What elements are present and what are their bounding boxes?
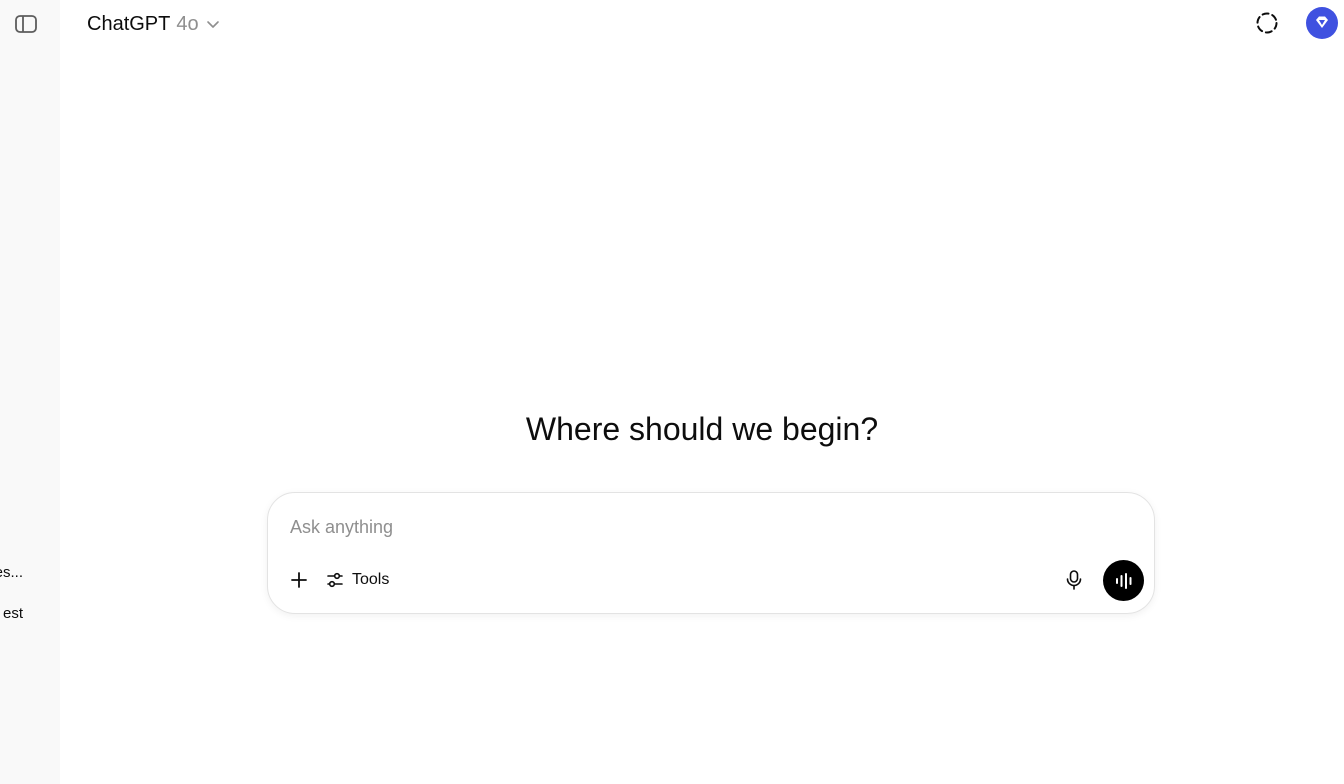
temporary-chat-button[interactable] bbox=[1250, 6, 1284, 40]
chevron-down-icon bbox=[206, 21, 219, 28]
model-name: ChatGPT bbox=[87, 12, 171, 35]
microphone-icon bbox=[1066, 570, 1082, 590]
diamond-icon bbox=[1316, 16, 1328, 28]
sidebar-toggle-icon bbox=[15, 15, 37, 33]
dictate-button[interactable] bbox=[1061, 567, 1087, 593]
header-actions bbox=[1250, 6, 1338, 40]
dashed-circle-icon bbox=[1256, 12, 1278, 34]
waveform-icon bbox=[1115, 572, 1131, 589]
tools-label: Tools bbox=[352, 571, 390, 588]
model-selector[interactable]: ChatGPT 4o bbox=[87, 11, 221, 37]
add-attachment-button[interactable] bbox=[286, 567, 312, 593]
page-title: Where should we begin? bbox=[525, 411, 879, 447]
sidebar-item-label[interactable]: est bbox=[3, 605, 23, 622]
sliders-icon bbox=[327, 572, 343, 588]
plus-icon bbox=[291, 572, 307, 588]
prompt-input[interactable] bbox=[290, 513, 1110, 541]
model-version: 4o bbox=[176, 12, 199, 35]
voice-mode-button[interactable] bbox=[1103, 560, 1144, 601]
tools-button[interactable]: Tools bbox=[326, 567, 389, 593]
sidebar: es... est bbox=[0, 0, 60, 784]
sidebar-item-label[interactable]: es... bbox=[0, 564, 23, 581]
avatar[interactable] bbox=[1306, 7, 1338, 39]
sidebar-toggle-button[interactable] bbox=[12, 11, 40, 37]
chat-composer: Tools bbox=[267, 492, 1155, 614]
app-window: es... est ChatGPT 4o Where should we beg… bbox=[0, 0, 1344, 784]
